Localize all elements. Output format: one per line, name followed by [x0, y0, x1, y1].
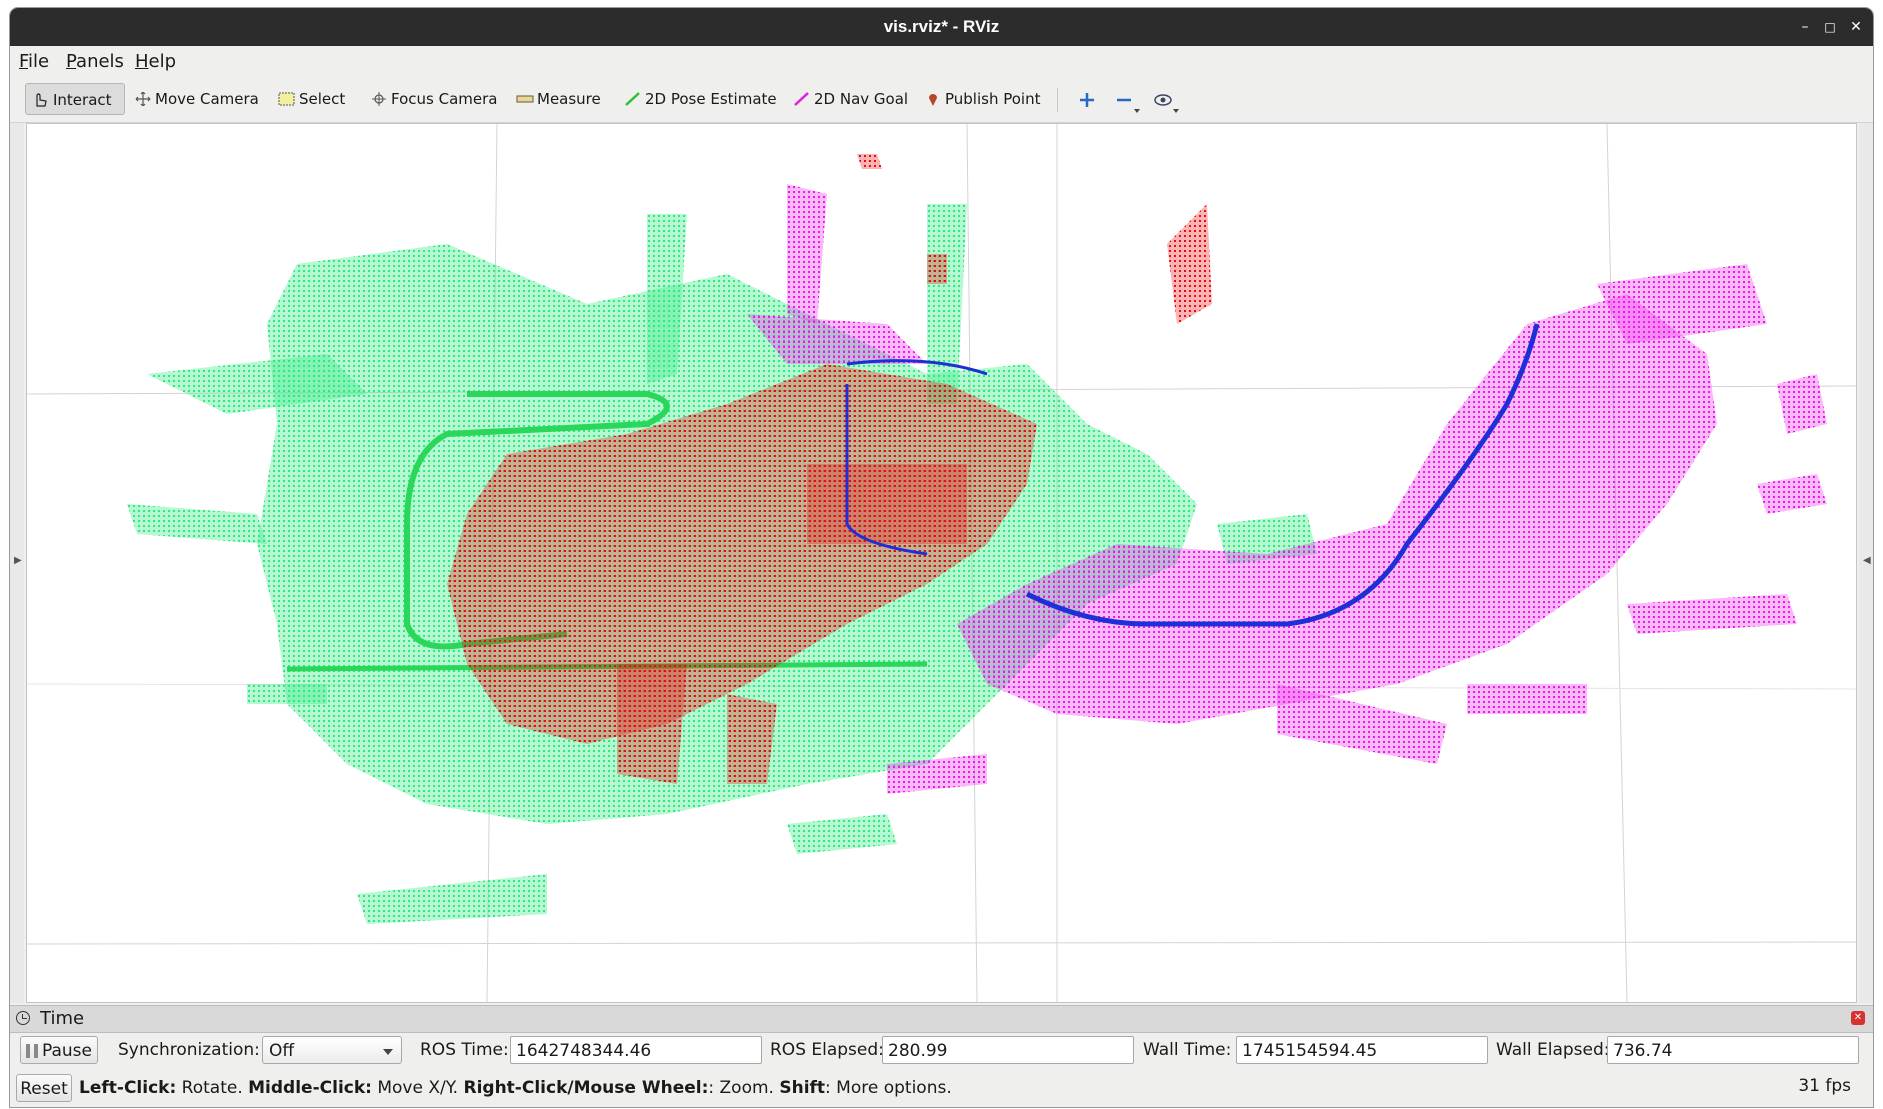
- rviz-window: vis.rviz* - RViz – □ ✕ File Panels Help …: [10, 8, 1873, 1107]
- hint-middle-action: Move X/Y.: [371, 1078, 464, 1098]
- tool-2d-nav-goal[interactable]: 2D Nav Goal: [787, 83, 916, 115]
- minus-icon[interactable]: [1113, 89, 1145, 115]
- tool-measure-label: Measure: [537, 90, 601, 108]
- synchronization-value: Off: [269, 1041, 295, 1061]
- time-panel: Pause Synchronization: Off ROS Time: 164…: [10, 1032, 1873, 1068]
- hint-shift: Shift: [779, 1078, 826, 1098]
- hint-left-click: Left-Click:: [79, 1078, 177, 1098]
- reset-button[interactable]: Reset: [16, 1074, 72, 1102]
- tool-2d-pose-label: 2D Pose Estimate: [645, 90, 777, 108]
- menu-file[interactable]: File: [19, 51, 49, 72]
- expand-left-icon: ▶: [14, 555, 22, 566]
- tools-toolbar: Interact Move Camera Select Focus Camera…: [10, 76, 1873, 123]
- mouse-hint-text: Left-Click: Rotate. Middle-Click: Move X…: [79, 1078, 952, 1098]
- green-arrow-icon: [625, 91, 640, 106]
- wall-elapsed-label: Wall Elapsed:: [1496, 1040, 1610, 1060]
- expand-right-icon: ◀: [1863, 555, 1871, 566]
- status-bar: Reset Left-Click: Rotate. Middle-Click: …: [10, 1070, 1873, 1106]
- eye-icon[interactable]: [1152, 89, 1184, 115]
- select-box-icon: [278, 92, 295, 105]
- hint-right-action: : Zoom.: [708, 1078, 780, 1098]
- tool-move-camera-label: Move Camera: [155, 90, 259, 108]
- tool-publish-point[interactable]: Publish Point: [918, 83, 1048, 115]
- focus-target-icon: [372, 91, 386, 106]
- close-button[interactable]: ✕: [1846, 17, 1866, 37]
- wall-time-label: Wall Time:: [1143, 1040, 1232, 1060]
- pause-icon: [26, 1044, 38, 1058]
- close-icon[interactable]: ✕: [1851, 1011, 1865, 1025]
- right-dock-handle[interactable]: ◀: [1859, 123, 1873, 1003]
- clock-icon: [16, 1011, 30, 1025]
- wall-time-field[interactable]: 1745154594.45: [1236, 1036, 1488, 1064]
- maximize-button[interactable]: □: [1820, 17, 1840, 37]
- chevron-down-icon: [383, 1049, 393, 1055]
- menu-bar: File Panels Help: [10, 46, 1873, 76]
- plus-icon[interactable]: [1076, 89, 1098, 111]
- menu-panels-mnemonic: P: [66, 51, 77, 72]
- tool-focus-camera-label: Focus Camera: [391, 90, 498, 108]
- hand-pointer-icon: [36, 92, 47, 107]
- menu-file-label: ile: [28, 51, 50, 72]
- tool-focus-camera[interactable]: Focus Camera: [364, 83, 505, 115]
- menu-help-label: elp: [148, 51, 177, 72]
- tool-select[interactable]: Select: [272, 83, 353, 115]
- magenta-arrow-icon: [794, 91, 809, 106]
- tool-interact-label: Interact: [53, 91, 112, 109]
- tool-2d-nav-goal-label: 2D Nav Goal: [814, 90, 909, 108]
- wall-elapsed-field[interactable]: 736.74: [1607, 1036, 1859, 1064]
- synchronization-select[interactable]: Off: [262, 1036, 402, 1064]
- tool-move-camera[interactable]: Move Camera: [128, 83, 267, 115]
- ros-time-label: ROS Time:: [420, 1040, 509, 1060]
- ros-elapsed-label: ROS Elapsed:: [770, 1040, 884, 1060]
- ros-elapsed-field[interactable]: 280.99: [882, 1036, 1134, 1064]
- render-panel: ▶ ◀: [10, 123, 1873, 1003]
- tool-measure[interactable]: Measure: [510, 83, 609, 115]
- point-cloud-canvas[interactable]: [27, 124, 1856, 1002]
- hint-left-action: Rotate.: [176, 1078, 249, 1098]
- hint-right-click: Right-Click/Mouse Wheel:: [463, 1078, 709, 1098]
- 3d-view[interactable]: [26, 123, 1857, 1003]
- ruler-icon: [516, 95, 534, 102]
- menu-panels[interactable]: Panels: [66, 51, 124, 72]
- tool-interact[interactable]: Interact: [25, 83, 125, 115]
- menu-help-mnemonic: H: [135, 51, 149, 72]
- menu-help[interactable]: Help: [135, 51, 176, 72]
- hint-middle-click: Middle-Click:: [248, 1078, 372, 1098]
- toolbar-separator: [1057, 88, 1058, 112]
- minimize-button[interactable]: –: [1795, 17, 1815, 37]
- synchronization-label: Synchronization:: [118, 1040, 260, 1060]
- tool-select-label: Select: [299, 90, 346, 108]
- pause-button[interactable]: Pause: [20, 1036, 98, 1064]
- time-panel-title: Time: [40, 1008, 85, 1029]
- left-dock-handle[interactable]: ▶: [10, 123, 24, 1003]
- time-panel-header: Time ✕: [10, 1005, 1873, 1033]
- tool-publish-point-label: Publish Point: [945, 90, 1041, 108]
- title-bar: vis.rviz* - RViz – □ ✕: [10, 8, 1873, 46]
- fps-counter: 31 fps: [1798, 1076, 1851, 1096]
- ros-time-field[interactable]: 1642748344.46: [510, 1036, 762, 1064]
- pause-button-label: Pause: [42, 1041, 92, 1061]
- move-arrows-icon: [135, 91, 151, 106]
- menu-panels-label: anels: [76, 51, 124, 72]
- tool-2d-pose-estimate[interactable]: 2D Pose Estimate: [618, 83, 785, 115]
- map-pin-icon: [929, 93, 937, 106]
- menu-file-mnemonic: F: [19, 51, 29, 72]
- hint-shift-action: : More options.: [825, 1078, 952, 1098]
- window-title: vis.rviz* - RViz: [883, 17, 1000, 36]
